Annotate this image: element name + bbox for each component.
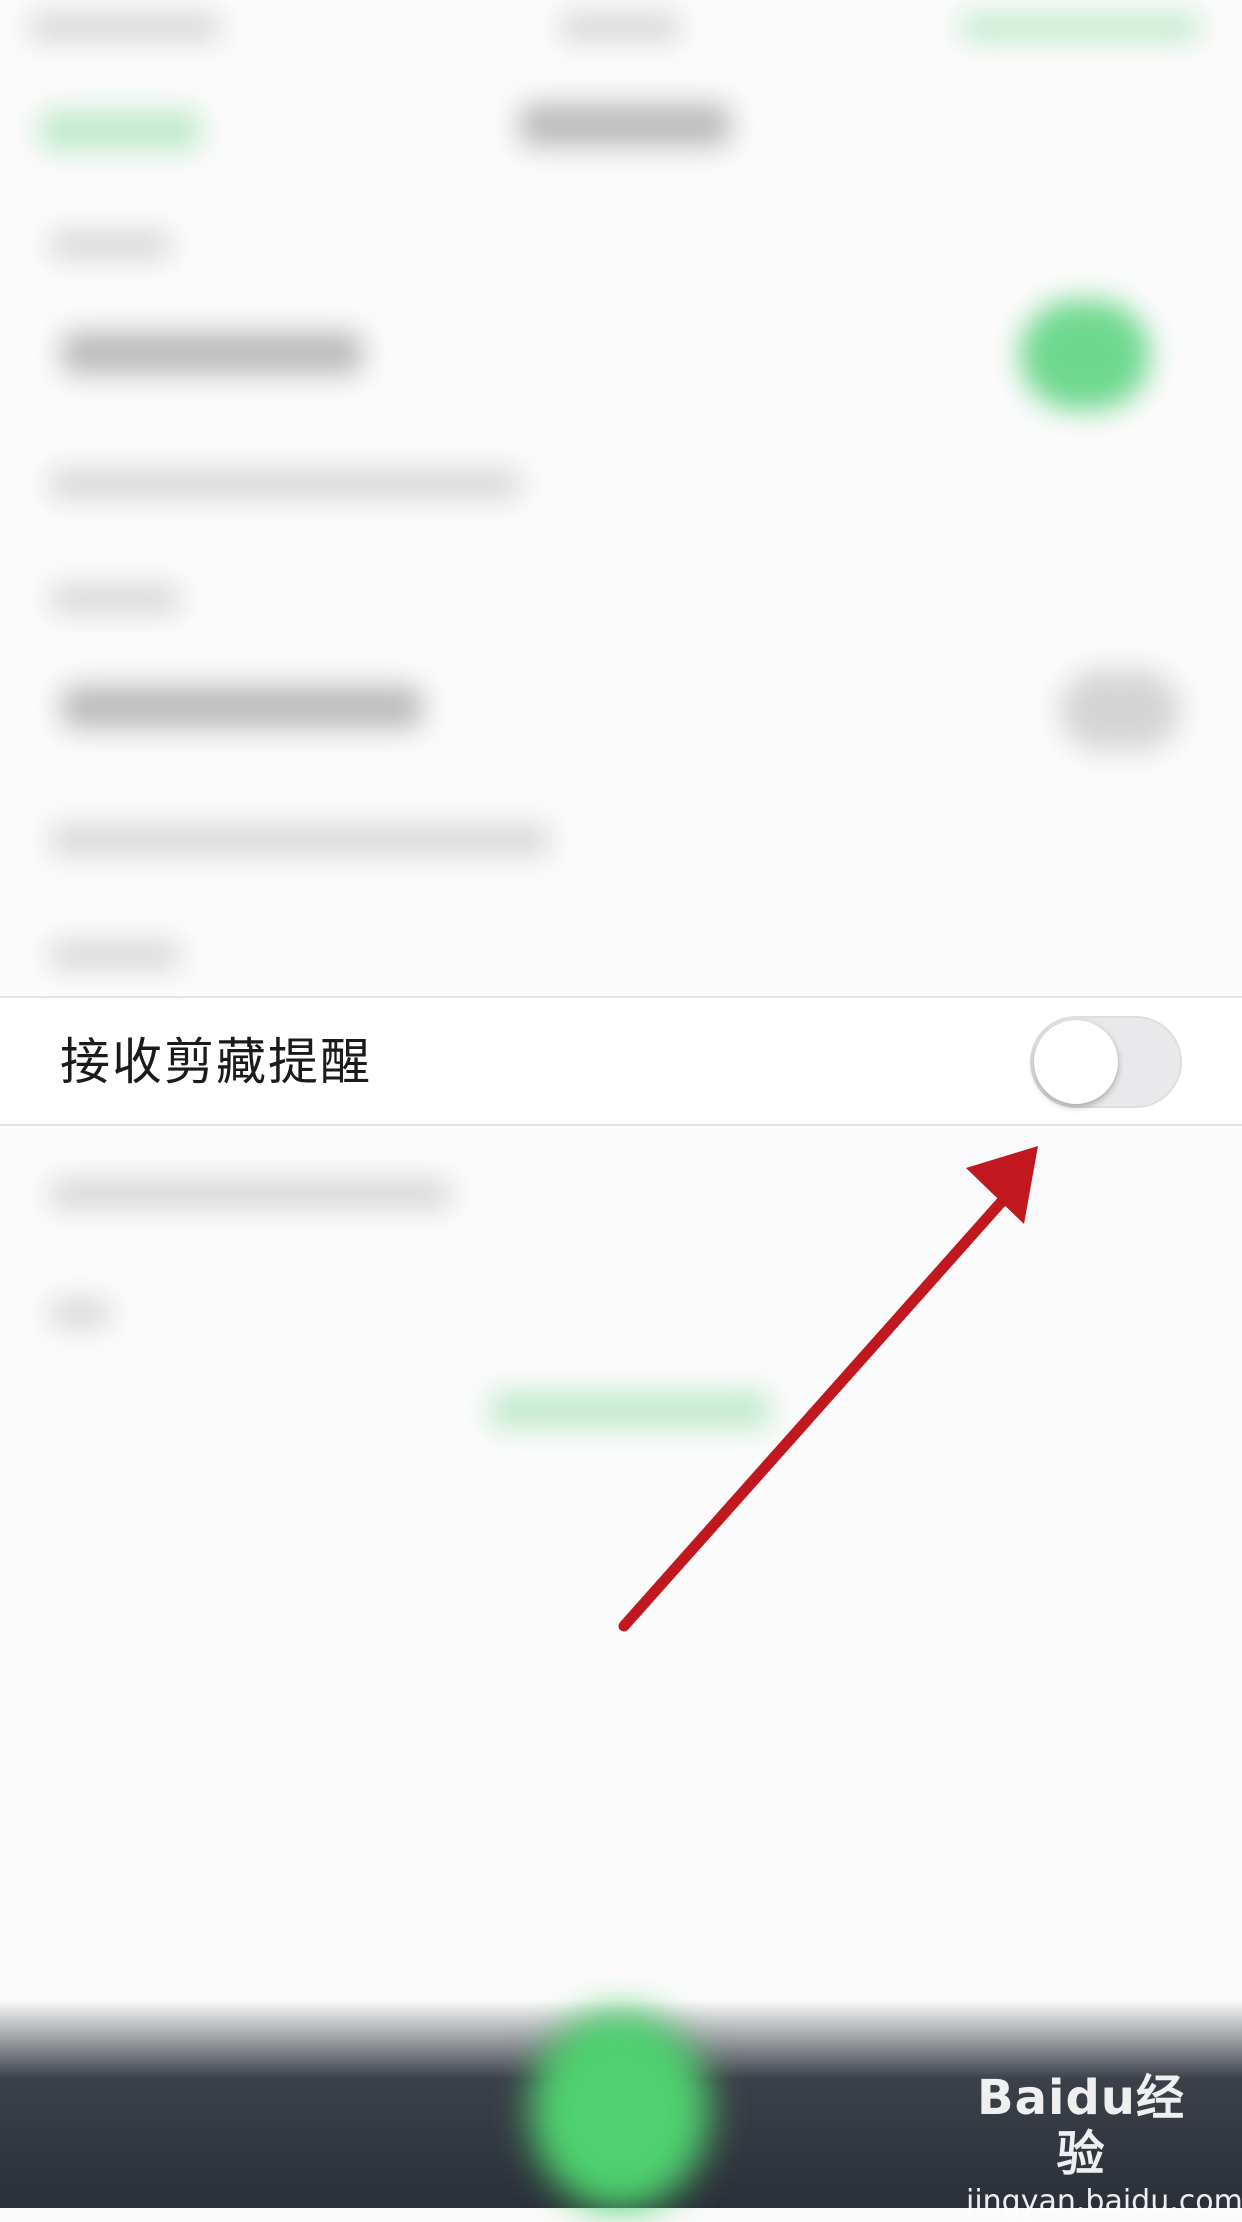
status-bar-right-blur: [960, 14, 1200, 40]
status-bar-center-blur: [560, 14, 680, 40]
setting-label-blur: [62, 686, 422, 728]
bottom-green-button-blur: [530, 2010, 710, 2210]
section-header-blur: [50, 232, 170, 258]
setting-desc-blur: [50, 1180, 450, 1208]
toggle-off-blur: [1060, 670, 1180, 750]
receive-clip-reminder-label: 接收剪藏提醒: [60, 1033, 372, 1091]
setting-desc-blur: [50, 826, 550, 854]
setting-desc-blur: [50, 470, 520, 498]
nav-title-blur: [520, 104, 730, 146]
receive-clip-reminder-row: 接收剪藏提醒: [0, 996, 1242, 1126]
receive-clip-reminder-toggle[interactable]: [1030, 1016, 1182, 1108]
section-header-blur: [50, 586, 180, 612]
nav-back-blur: [40, 110, 200, 150]
link-blur: [490, 1392, 770, 1428]
section-header-blur: [50, 942, 180, 968]
toggle-knob: [1034, 1020, 1118, 1104]
watermark-logo: Baidu经验: [977, 2070, 1185, 2182]
status-bar-left-blur: [30, 14, 220, 40]
setting-label-blur: [62, 332, 362, 374]
toggle-on-blur: [1020, 300, 1150, 410]
baidu-jingyan-watermark: Baidu经验 jingyan.baidu.com: [966, 2070, 1242, 2219]
watermark-url: jingyan.baidu.com: [966, 2184, 1242, 2219]
footnote-blur: [50, 1300, 110, 1326]
